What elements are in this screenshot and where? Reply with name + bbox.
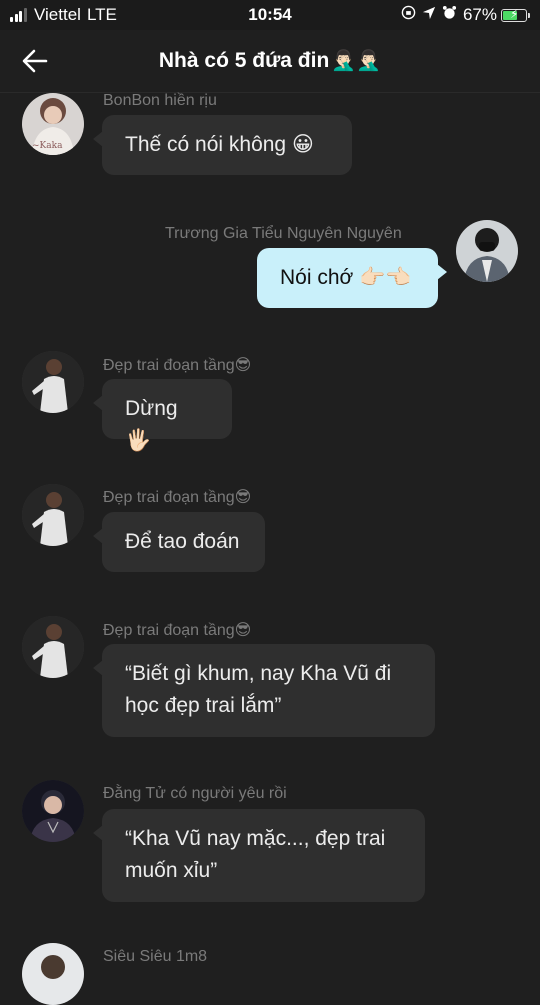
message-bubble[interactable]: Để tao đoán xyxy=(93,512,265,572)
battery-percent: 67% xyxy=(462,5,497,24)
battery-charging-icon: ⚡ xyxy=(501,7,527,22)
location-icon xyxy=(422,5,436,25)
message-bubble[interactable]: “Biết gì khum, nay Kha Vũ đi học đẹp tra… xyxy=(93,644,435,737)
avatar[interactable] xyxy=(22,351,84,413)
message-bubble[interactable]: Thế có nói không 😀 xyxy=(93,115,352,175)
chat-title[interactable]: Nhà có 5 đứa đin 🤦🏻‍♂️🤦🏻‍♂️ xyxy=(0,48,540,73)
svg-text:~Kaka: ~Kaka xyxy=(32,141,63,151)
alarm-icon xyxy=(442,5,457,25)
avatar[interactable]: ~Kaka xyxy=(22,93,84,155)
sender-name: Đằng Tử có người yêu rồi xyxy=(103,785,287,802)
avatar[interactable] xyxy=(22,780,84,842)
sender-name: Siêu Siêu 1m8 xyxy=(103,948,208,965)
message-bubble[interactable]: “Kha Vũ nay mặc..., đẹp trai muốn xỉu” xyxy=(93,809,425,902)
status-right: 67% ⚡ xyxy=(401,5,530,25)
facepalm-emoji: 🤦🏻‍♂️🤦🏻‍♂️ xyxy=(331,50,382,72)
battery-tip xyxy=(528,12,530,18)
chat-title-text: Nhà có 5 đứa đin xyxy=(158,49,330,72)
message-bubble-outgoing[interactable]: Nói chớ 👉🏻👈🏻 xyxy=(257,248,447,308)
avatar[interactable] xyxy=(456,220,518,282)
sender-name: Đẹp trai đoạn tầng😎 xyxy=(103,622,252,639)
avatar[interactable] xyxy=(22,943,84,1005)
message-bubble[interactable]: Dừng 🖐🏻 xyxy=(93,379,232,452)
message-list[interactable]: ~Kaka BonBon hiền rịu Thế có nói không 😀… xyxy=(0,92,540,1005)
sender-name: Đẹp trai đoạn tầng😎 xyxy=(103,357,252,374)
sender-name: Trương Gia Tiểu Nguyên Nguyên xyxy=(165,225,402,242)
rotation-lock-icon xyxy=(401,5,416,25)
sender-name: Đẹp trai đoạn tầng😎 xyxy=(103,489,252,506)
chat-header: Nhà có 5 đứa đin 🤦🏻‍♂️🤦🏻‍♂️ xyxy=(0,30,540,93)
avatar[interactable] xyxy=(22,616,84,678)
sender-name: BonBon hiền rịu xyxy=(103,92,217,109)
status-bar: Viettel LTE 10:54 67% ⚡ xyxy=(0,0,540,30)
avatar[interactable] xyxy=(22,484,84,546)
